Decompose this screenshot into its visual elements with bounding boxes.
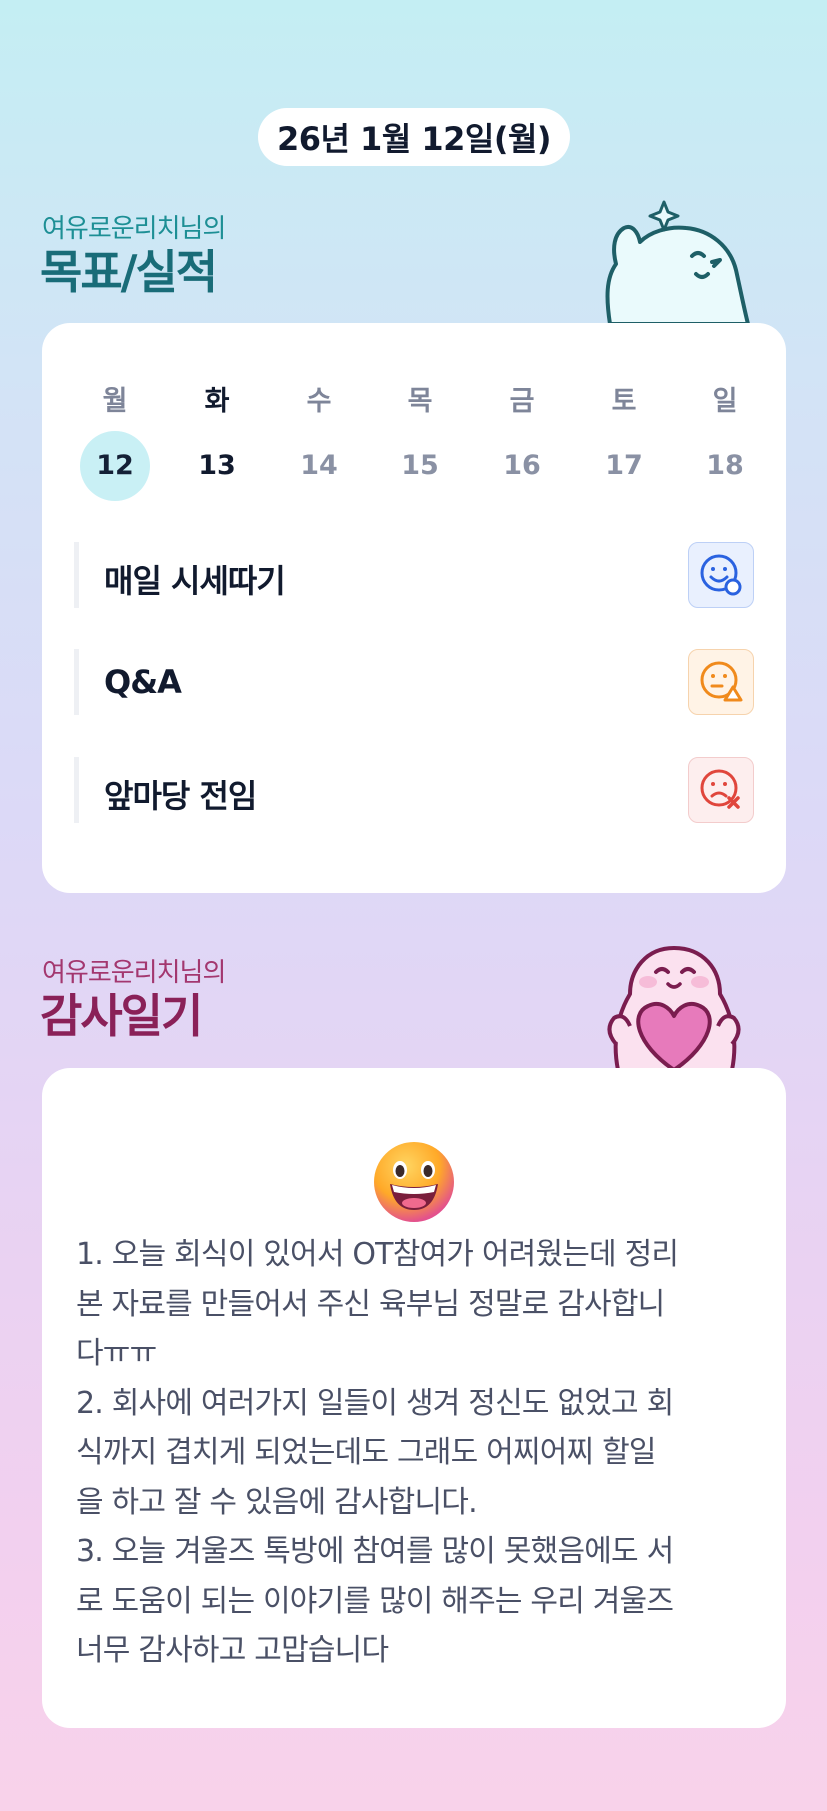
heart-mascot-icon	[607, 946, 741, 1070]
day-name: 목	[407, 386, 433, 417]
day-name: 월	[102, 386, 128, 417]
status-button[interactable]	[688, 542, 754, 608]
day-number: 17	[605, 450, 643, 481]
thanks-title: 감사일기	[40, 989, 203, 1043]
goal-divider	[74, 542, 79, 608]
grinning-face-emoji-icon	[374, 1142, 454, 1222]
thanks-card: 1. 오늘 회식이 있어서 OT참여가 어려웠는데 정리 본 자료를 만들어서 …	[42, 1068, 786, 1728]
day-number: 12	[80, 431, 150, 501]
day-number: 16	[503, 450, 541, 481]
goals-card: 월 12 화 13 수 14 목 15 금 16 토 17 일 18 매일 시세…	[42, 323, 786, 893]
goal-item[interactable]: 매일 시세따기	[74, 542, 754, 608]
goal-item[interactable]: 앞마당 전임	[74, 757, 754, 823]
day-number: 14	[300, 450, 338, 481]
goal-divider	[74, 649, 79, 715]
goal-item[interactable]: Q&A	[74, 649, 754, 715]
week-calendar: 월 12 화 13 수 14 목 15 금 16 토 17 일 18	[42, 323, 786, 523]
day-number: 13	[198, 450, 236, 481]
day-name: 금	[509, 386, 535, 417]
day-name: 토	[611, 386, 637, 417]
day-name: 일	[712, 386, 738, 417]
status-button[interactable]	[688, 649, 754, 715]
goal-label: 앞마당 전임	[104, 777, 257, 815]
sad-face-icon	[700, 769, 740, 809]
ghost-mascot-icon	[605, 200, 750, 324]
smile-face-icon	[700, 554, 742, 596]
date-badge: 26년 1월 12일(월)	[258, 108, 570, 166]
day-number: 18	[706, 450, 744, 481]
goal-label: 매일 시세따기	[104, 562, 286, 600]
goals-title: 목표/실적	[40, 245, 218, 299]
day-number: 15	[401, 450, 439, 481]
status-button[interactable]	[688, 757, 754, 823]
goal-label: Q&A	[104, 663, 182, 701]
thanks-diary-text: 1. 오늘 회식이 있어서 OT참여가 어려웠는데 정리 본 자료를 만들어서 …	[76, 1237, 679, 1668]
neutral-face-icon	[700, 661, 743, 702]
day-name: 화	[204, 386, 230, 417]
day-name: 수	[306, 386, 332, 417]
goal-divider	[74, 757, 79, 823]
